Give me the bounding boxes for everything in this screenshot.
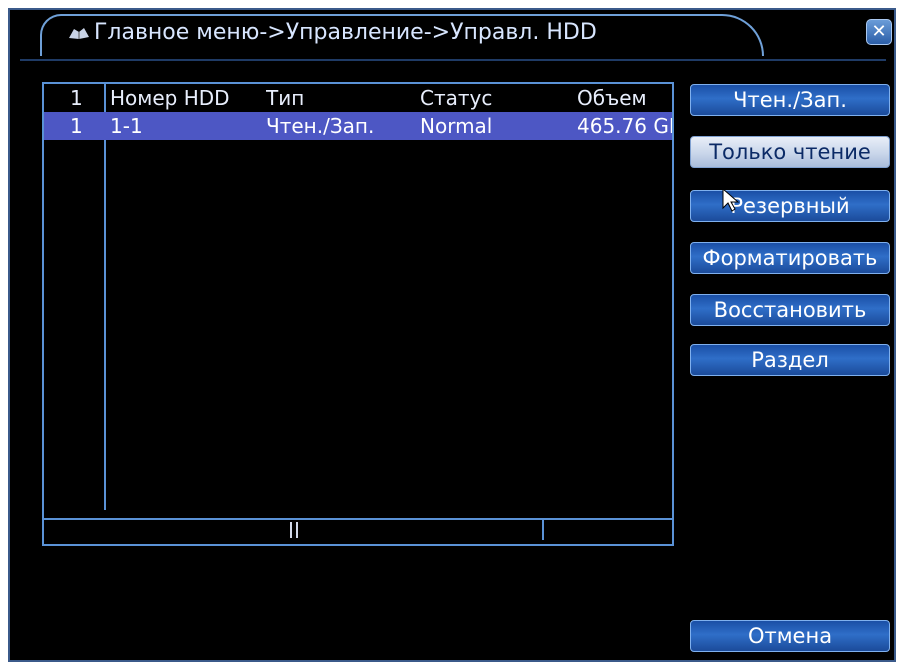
header-type: Тип	[266, 86, 305, 110]
scroll-thumb[interactable]	[290, 522, 298, 538]
title-divider	[20, 59, 886, 61]
row-capacity: 465.76 GB	[577, 114, 672, 138]
row-type: Чтен./Зап.	[266, 114, 375, 138]
header-index: 1	[70, 86, 83, 110]
book-icon	[69, 28, 89, 39]
row-status: Normal	[420, 114, 493, 138]
read-write-button[interactable]: Чтен./Зап.	[690, 84, 890, 116]
hdd-table: 1 Номер HDD Тип Статус Объем 1 1-1 Чтен.…	[42, 82, 674, 546]
mouse-cursor-icon	[722, 188, 740, 212]
format-button[interactable]: Форматировать	[690, 242, 890, 274]
column-divider	[104, 84, 106, 510]
window-title-text: Главное меню->Управление->Управл. HDD	[94, 20, 597, 45]
title-bar: Главное меню->Управление->Управл. HDD ✕	[10, 10, 894, 62]
restore-button[interactable]: Восстановить	[690, 294, 890, 326]
hdd-management-window: Главное меню->Управление->Управл. HDD ✕ …	[8, 8, 896, 662]
row-index: 1	[70, 114, 83, 138]
table-row[interactable]: 1 1-1 Чтен./Зап. Normal 465.76 GB	[44, 112, 672, 140]
read-only-button[interactable]: Только чтение	[690, 136, 890, 168]
window-title: Главное меню->Управление->Управл. HDD	[68, 20, 597, 45]
header-capacity: Объем	[577, 86, 647, 110]
close-button[interactable]: ✕	[866, 19, 892, 45]
header-status: Статус	[420, 86, 493, 110]
partition-button[interactable]: Раздел	[690, 344, 890, 376]
header-hdd-number: Номер HDD	[110, 86, 230, 110]
close-icon: ✕	[871, 21, 887, 42]
row-hdd-number: 1-1	[110, 114, 143, 138]
cancel-button[interactable]: Отмена	[690, 620, 890, 652]
redundant-button[interactable]: Резервный	[690, 190, 890, 222]
table-header: 1 Номер HDD Тип Статус Объем	[44, 84, 672, 112]
horizontal-scrollbar[interactable]	[44, 518, 672, 540]
